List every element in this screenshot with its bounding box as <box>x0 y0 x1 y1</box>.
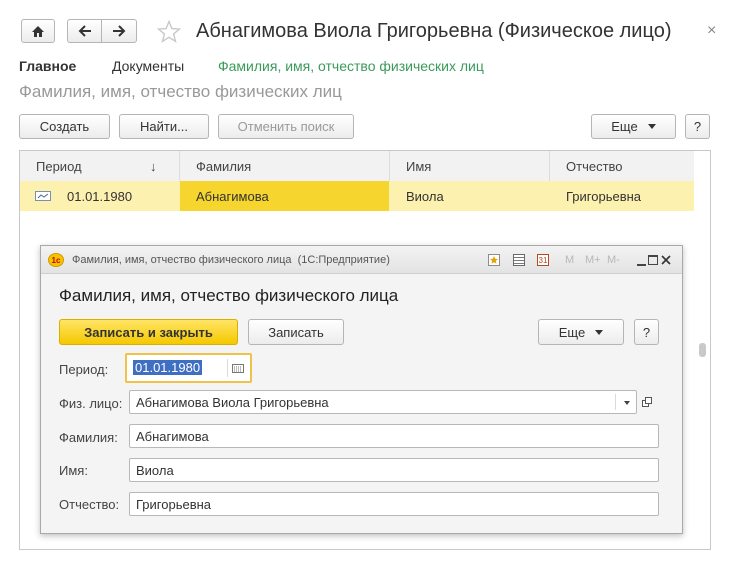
person-dropdown-divider <box>615 394 616 410</box>
arrow-right-icon <box>113 25 126 37</box>
row-period: 01.01.1980 <box>67 188 133 204</box>
record-icon <box>35 191 51 201</box>
help-button[interactable]: ? <box>685 114 710 139</box>
table-header: Период ↓ Фамилия Имя Отчество <box>20 151 694 182</box>
patronymic-label: Отчество: <box>59 497 120 512</box>
more-label: Еще <box>611 119 638 134</box>
home-button[interactable] <box>21 19 55 43</box>
row-patronymic: Григорьевна <box>566 188 642 204</box>
column-header-surname[interactable]: Фамилия <box>180 151 390 181</box>
person-field[interactable]: Абнагимова Виола Григорьевна <box>129 390 637 414</box>
open-person-icon[interactable] <box>640 393 654 411</box>
person-value: Абнагимова Виола Григорьевна <box>136 394 329 410</box>
close-icon[interactable]: × <box>707 22 716 40</box>
more-button[interactable]: Еще <box>591 114 676 139</box>
row-patronymic-cell: Григорьевна <box>550 181 694 211</box>
row-period-cell: 01.01.1980 <box>20 181 180 211</box>
dialog-more-button[interactable]: Еще <box>538 319 624 345</box>
forward-button[interactable] <box>101 19 137 43</box>
calendar-icon[interactable]: 31 <box>537 254 549 266</box>
create-button[interactable]: Создать <box>19 114 110 139</box>
save-button[interactable]: Записать <box>248 319 344 345</box>
column-header-patronymic[interactable]: Отчество <box>550 151 694 181</box>
person-label: Физ. лицо: <box>59 396 123 411</box>
column-period-label: Период <box>36 158 82 174</box>
surname-field[interactable]: Абнагимова <box>129 424 659 448</box>
dropdown-arrow-icon[interactable] <box>624 401 630 405</box>
maximize-icon[interactable] <box>648 255 658 265</box>
memory-plus-icon[interactable]: M+ <box>585 254 601 266</box>
column-surname-label: Фамилия <box>196 158 252 174</box>
app-logo-icon: 1c <box>48 253 64 267</box>
surname-label: Фамилия: <box>59 430 118 445</box>
dialog-window-title: Фамилия, имя, отчество физического лица … <box>72 254 390 266</box>
tab-fio[interactable]: Фамилия, имя, отчество физических лиц <box>218 58 484 74</box>
memory-icon[interactable]: M <box>565 254 574 266</box>
row-surname: Абнагимова <box>196 188 269 204</box>
tab-main[interactable]: Главное <box>19 58 76 74</box>
patronymic-value: Григорьевна <box>136 496 212 512</box>
column-patronymic-label: Отчество <box>566 158 623 174</box>
section-title: Фамилия, имя, отчество физических лиц <box>19 82 342 101</box>
calculator-icon[interactable] <box>513 254 525 266</box>
arrow-left-icon <box>78 25 91 37</box>
home-icon <box>32 25 44 37</box>
dialog-chevron-down-icon <box>595 329 604 335</box>
back-button[interactable] <box>67 19 102 43</box>
chevron-down-icon <box>647 124 656 129</box>
dialog-form-title: Фамилия, имя, отчество физического лица <box>59 286 399 305</box>
period-value: 01.01.1980 <box>133 360 203 375</box>
star-icon[interactable] <box>157 20 181 43</box>
period-field[interactable]: 01.01.1980 <box>125 353 252 383</box>
memory-minus-icon[interactable]: M- <box>607 254 620 266</box>
period-divider <box>227 359 228 377</box>
column-header-name[interactable]: Имя <box>390 151 550 181</box>
name-value: Виола <box>136 462 174 478</box>
name-field[interactable]: Виола <box>129 458 659 482</box>
column-name-label: Имя <box>406 158 432 174</box>
minimize-icon[interactable] <box>637 264 646 266</box>
dialog-help-button[interactable]: ? <box>634 319 659 345</box>
period-label: Период: <box>59 362 109 377</box>
calendar-picker-icon[interactable] <box>232 364 244 373</box>
dialog-more-label: Еще <box>558 324 586 340</box>
close-window-icon[interactable] <box>661 255 671 265</box>
row-name: Виола <box>406 188 444 204</box>
row-name-cell: Виола <box>390 181 549 211</box>
row-surname-cell: Абнагимова <box>180 181 389 211</box>
favorite-star-icon[interactable] <box>488 254 500 266</box>
cancel-search-button[interactable]: Отменить поиск <box>218 114 354 139</box>
find-button[interactable]: Найти... <box>119 114 209 139</box>
scrollbar-thumb[interactable] <box>699 343 706 357</box>
patronymic-field[interactable]: Григорьевна <box>129 492 659 516</box>
page-title: Абнагимова Виола Григорьевна (Физическое… <box>196 20 672 42</box>
app-logo-text: 1c <box>51 255 61 265</box>
surname-value: Абнагимова <box>136 428 209 444</box>
name-label: Имя: <box>59 463 88 478</box>
sort-down-icon: ↓ <box>150 158 157 174</box>
save-and-close-button[interactable]: Записать и закрыть <box>59 319 238 345</box>
tab-documents[interactable]: Документы <box>112 58 184 74</box>
column-header-period[interactable]: Период ↓ <box>20 151 180 181</box>
